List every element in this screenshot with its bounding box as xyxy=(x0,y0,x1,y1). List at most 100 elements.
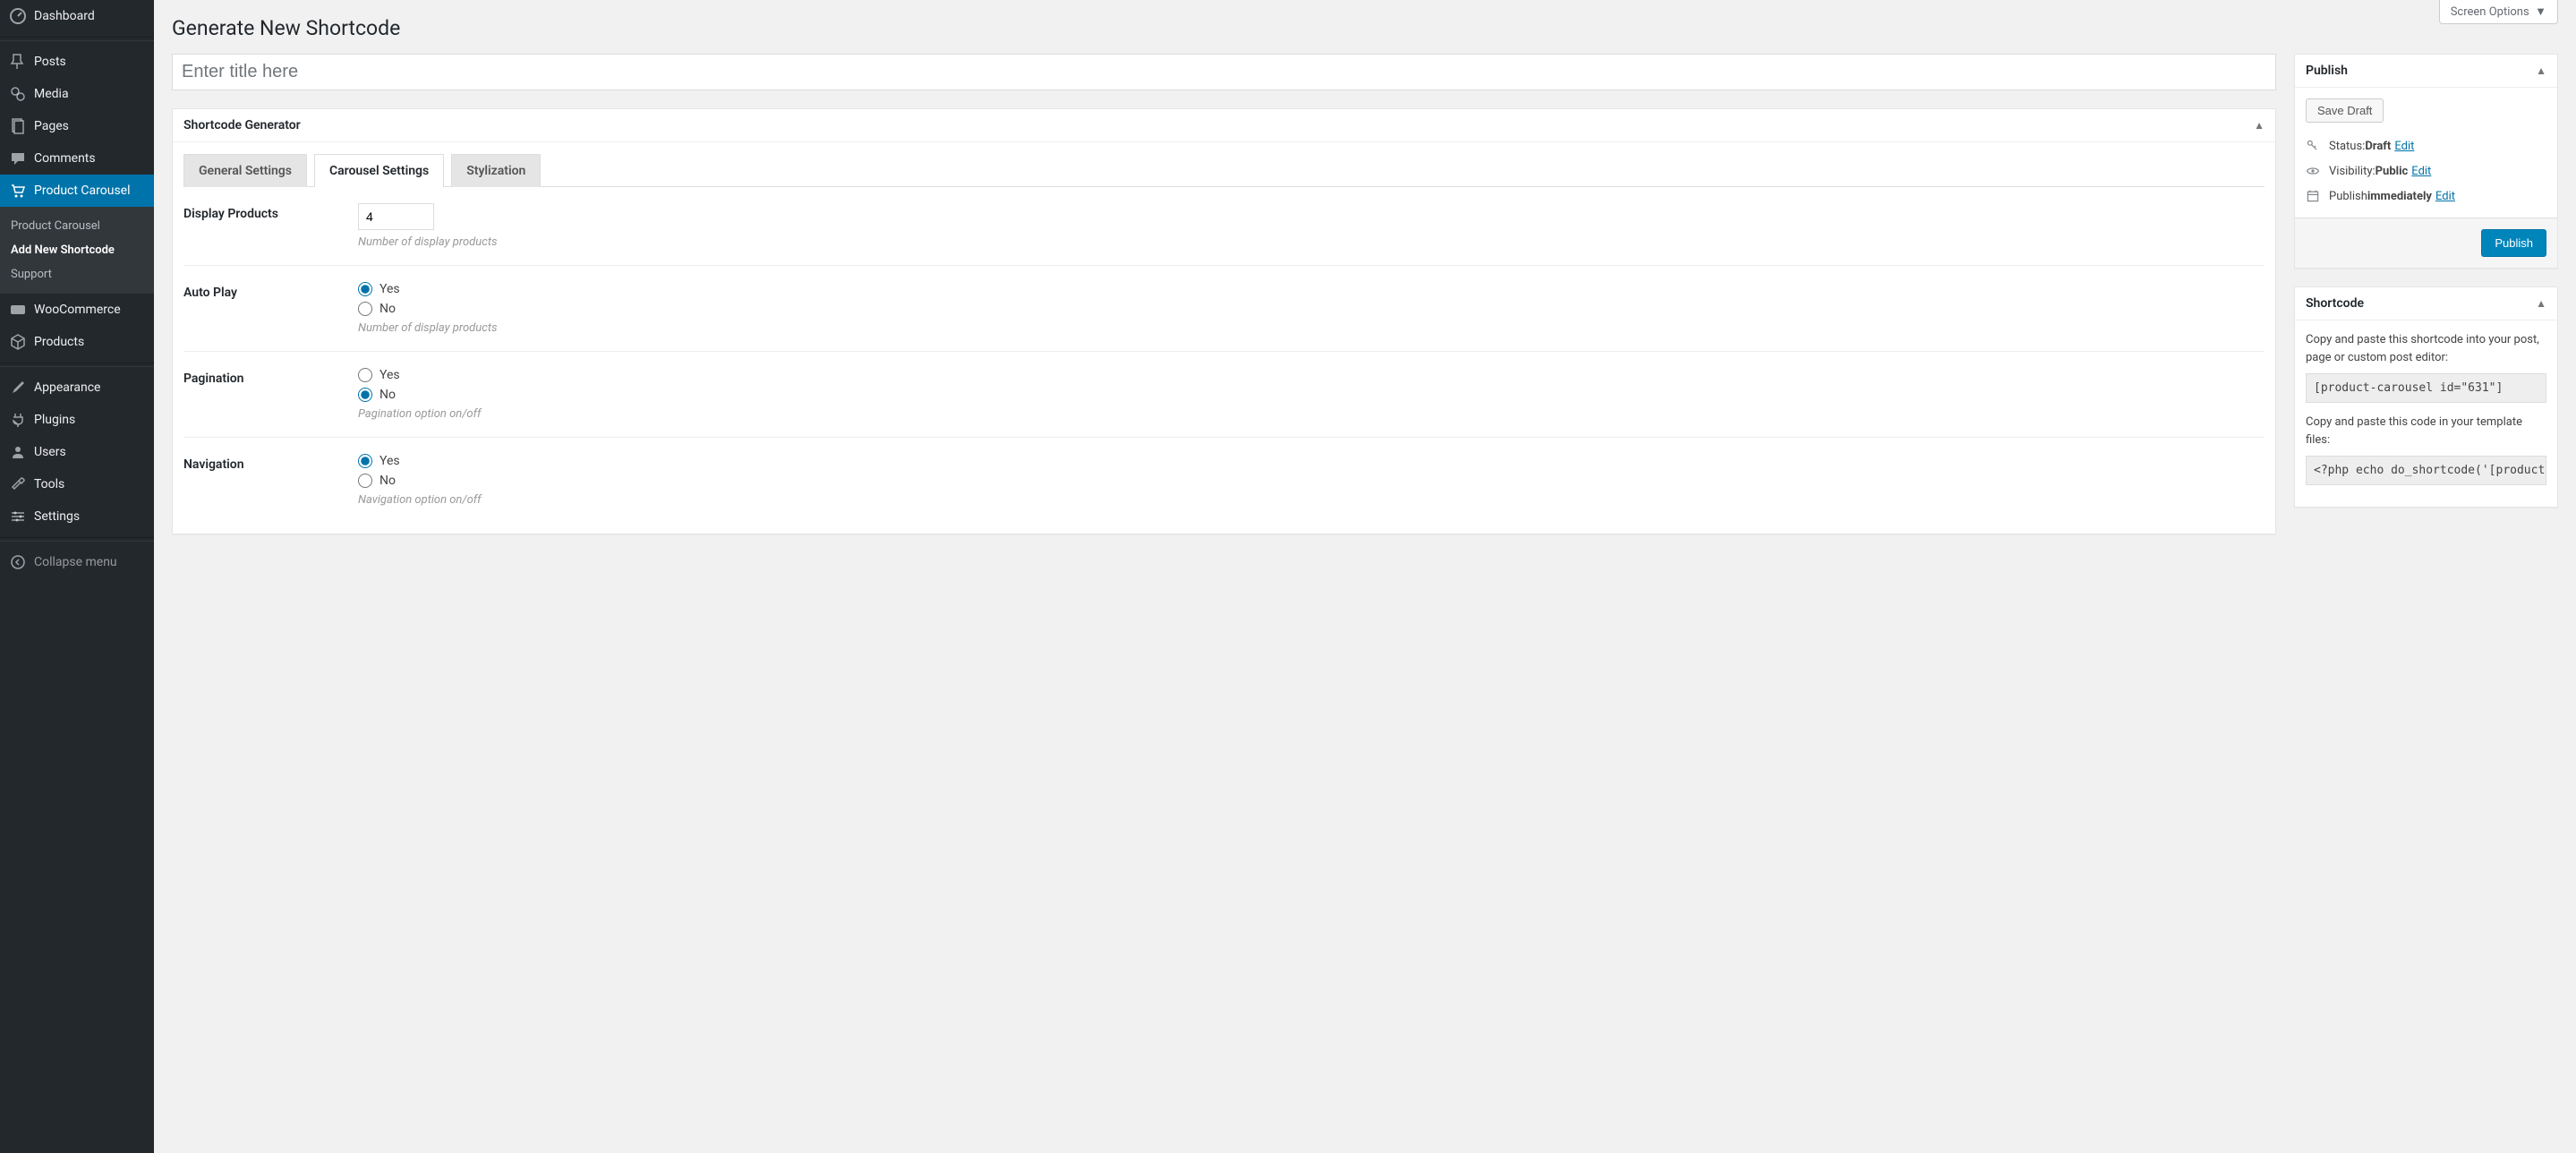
sidebar-item-label: Settings xyxy=(34,509,80,524)
box-toggle[interactable]: ▲ xyxy=(2536,297,2546,310)
user-icon xyxy=(9,443,27,461)
sidebar-item-label: Users xyxy=(34,445,66,459)
screen-options-button[interactable]: Screen Options ▼ xyxy=(2439,0,2558,24)
publish-box: Publish ▲ Save Draft Status: Draft Edit xyxy=(2294,54,2558,269)
sidebar-item-label: Media xyxy=(34,87,69,101)
field-description: Number of display products xyxy=(358,235,2265,249)
radio-label: Yes xyxy=(380,282,400,296)
sidebar-item-appearance[interactable]: Appearance xyxy=(0,372,154,404)
navigation-yes-radio[interactable] xyxy=(358,454,372,468)
sidebar-item-products[interactable]: Products xyxy=(0,326,154,358)
status-value: Draft xyxy=(2365,140,2391,153)
display-products-input[interactable] xyxy=(358,203,434,230)
sidebar-item-tools[interactable]: Tools xyxy=(0,468,154,500)
title-input[interactable] xyxy=(172,54,2276,90)
sidebar-item-label: Comments xyxy=(34,151,96,166)
radio-label: No xyxy=(380,388,396,402)
sidebar-item-dashboard[interactable]: Dashboard xyxy=(0,0,154,32)
cart-icon xyxy=(9,182,27,200)
autoplay-yes-radio[interactable] xyxy=(358,282,372,296)
sidebar-item-settings[interactable]: Settings xyxy=(0,500,154,533)
field-description: Number of display products xyxy=(358,321,2265,335)
sidebar-item-label: Dashboard xyxy=(34,9,95,23)
submenu-item-add-new[interactable]: Add New Shortcode xyxy=(0,238,154,262)
publish-value: immediately xyxy=(2367,190,2432,203)
field-display-products: Display Products Number of display produ… xyxy=(183,187,2265,266)
sidebar-item-woocommerce[interactable]: WooCommerce xyxy=(0,294,154,326)
sidebar-item-pages[interactable]: Pages xyxy=(0,110,154,142)
shortcode-instruction-1: Copy and paste this shortcode into your … xyxy=(2306,331,2546,366)
sidebar-item-label: Products xyxy=(34,335,84,349)
generator-tabs: General Settings Carousel Settings Styli… xyxy=(183,153,2265,187)
radio-label: Yes xyxy=(380,368,400,382)
tab-carousel-settings[interactable]: Carousel Settings xyxy=(314,154,444,187)
radio-label: No xyxy=(380,474,396,488)
visibility-value: Public xyxy=(2376,165,2409,178)
field-description: Pagination option on/off xyxy=(358,407,2265,421)
shortcode-instruction-2: Copy and paste this code in your templat… xyxy=(2306,414,2546,448)
page-icon xyxy=(9,117,27,135)
eye-icon xyxy=(2306,164,2324,178)
chevron-down-icon: ▼ xyxy=(2532,5,2546,19)
submenu-item-product-carousel[interactable]: Product Carousel xyxy=(0,214,154,238)
visibility-label: Visibility: xyxy=(2329,165,2376,178)
wrench-icon xyxy=(9,475,27,493)
field-label: Pagination xyxy=(183,368,358,421)
sidebar-item-label: Appearance xyxy=(34,380,100,395)
sidebar-submenu: Product Carousel Add New Shortcode Suppo… xyxy=(0,207,154,294)
key-icon xyxy=(2306,139,2324,153)
shortcode-generator-box: Shortcode Generator ▲ General Settings C… xyxy=(172,108,2276,534)
tab-general-settings[interactable]: General Settings xyxy=(183,154,307,187)
woocommerce-icon xyxy=(9,301,27,319)
edit-status-link[interactable]: Edit xyxy=(2394,140,2414,153)
field-pagination: Pagination Yes No Pagination option on/o… xyxy=(183,352,2265,438)
field-label: Auto Play xyxy=(183,282,358,335)
pagination-yes-radio[interactable] xyxy=(358,368,372,382)
pagination-no-radio[interactable] xyxy=(358,388,372,402)
navigation-no-radio[interactable] xyxy=(358,474,372,488)
sidebar-item-product-carousel[interactable]: Product Carousel xyxy=(0,175,154,207)
box-toggle[interactable]: ▲ xyxy=(2536,64,2546,77)
box-icon xyxy=(9,333,27,351)
box-title: Shortcode xyxy=(2306,296,2364,311)
shortcode-code-1[interactable]: [product-carousel id="631"] xyxy=(2306,373,2546,403)
field-label: Navigation xyxy=(183,454,358,507)
sidebar-item-comments[interactable]: Comments xyxy=(0,142,154,175)
sidebar-item-users[interactable]: Users xyxy=(0,436,154,468)
visibility-row: Visibility: Public Edit xyxy=(2306,158,2546,184)
sidebar-item-media[interactable]: Media xyxy=(0,78,154,110)
publish-label: Publish xyxy=(2329,190,2367,203)
dashboard-icon xyxy=(9,7,27,25)
edit-visibility-link[interactable]: Edit xyxy=(2411,165,2431,178)
submenu-item-support[interactable]: Support xyxy=(0,262,154,286)
radio-label: Yes xyxy=(380,454,400,468)
save-draft-button[interactable]: Save Draft xyxy=(2306,98,2384,123)
status-row: Status: Draft Edit xyxy=(2306,133,2546,158)
edit-publish-link[interactable]: Edit xyxy=(2435,190,2455,203)
box-toggle[interactable]: ▲ xyxy=(2254,119,2265,132)
screen-options-label: Screen Options xyxy=(2451,5,2529,19)
sidebar-item-label: Posts xyxy=(34,55,66,69)
brush-icon xyxy=(9,379,27,397)
shortcode-code-2[interactable]: <?php echo do_shortcode('[product xyxy=(2306,456,2546,485)
sidebar-item-plugins[interactable]: Plugins xyxy=(0,404,154,436)
field-label: Display Products xyxy=(183,203,358,249)
sidebar-item-label: Tools xyxy=(34,477,64,491)
publish-button[interactable]: Publish xyxy=(2481,229,2546,257)
shortcode-box: Shortcode ▲ Copy and paste this shortcod… xyxy=(2294,286,2558,508)
publish-date-row: Publish immediately Edit xyxy=(2306,184,2546,209)
sidebar-item-posts[interactable]: Posts xyxy=(0,46,154,78)
calendar-icon xyxy=(2306,189,2324,203)
sidebar-item-label: WooCommerce xyxy=(34,303,121,317)
autoplay-no-radio[interactable] xyxy=(358,302,372,316)
sliders-icon xyxy=(9,508,27,525)
box-title: Publish xyxy=(2306,64,2348,78)
box-title: Shortcode Generator xyxy=(183,118,301,132)
tab-stylization[interactable]: Stylization xyxy=(451,154,541,187)
main-content: Screen Options ▼ Generate New Shortcode … xyxy=(154,0,2576,1153)
radio-label: No xyxy=(380,302,396,316)
media-icon xyxy=(9,85,27,103)
admin-sidebar: Dashboard Posts Media Pages Comments Pro… xyxy=(0,0,154,1153)
collapse-icon xyxy=(9,553,27,571)
sidebar-item-collapse[interactable]: Collapse menu xyxy=(0,546,154,578)
